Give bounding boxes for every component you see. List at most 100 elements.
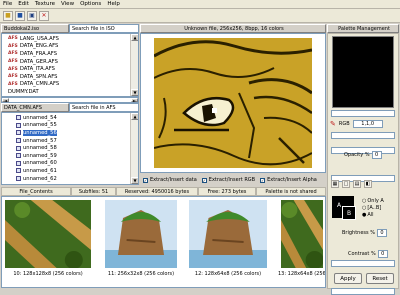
afs-file-item[interactable]: unnamed_55 [16,122,131,130]
island-texture-thumbnail [189,200,267,268]
menu-bar: File Edit Texture View Options Help [0,0,400,9]
extract-rgb-checkbox[interactable]: ✓ Extract/Insert RGB [201,177,255,183]
tab-afs[interactable]: DATA_CMN.AFS [1,103,69,112]
menu-view[interactable]: View [61,1,74,7]
file-icon [16,168,21,174]
extract-data-label: Extract/Insert data [150,177,197,183]
iso-file-item[interactable]: AFS DATA_CMN.AFS [8,81,131,89]
tree-texture-thumbnail [281,200,323,268]
afs-file-name: unnamed_54 [23,114,57,121]
contrast-slider[interactable] [331,288,395,295]
scroll-up-icon[interactable]: ▲ [131,34,138,41]
afs-file-item[interactable]: unnamed_58 [16,144,131,152]
all-label: All [367,212,374,218]
contrast-row: Contrast % 0 [348,250,388,258]
menu-help[interactable]: Help [107,1,120,7]
extract-options: ✓ Extract/Insert data ✓ Extract/Insert RGB… [140,174,326,186]
island-texture-thumbnail [105,200,177,268]
extract-data-checkbox[interactable]: ✓ Extract/Insert data [143,177,197,183]
afs-file-item[interactable]: unnamed_54 [16,114,131,122]
file-icon [16,115,21,121]
color-b-swatch[interactable]: B [342,206,356,220]
iso-file-item[interactable]: AFS DATA_ITA.AFS [8,65,131,73]
afs-file-name: unnamed_62 [23,175,57,182]
afs-file-item[interactable]: unnamed_59 [16,152,131,160]
scroll-left-icon[interactable]: ◄ [2,98,9,103]
iso-file-item[interactable]: AFS DATA_SPN.AFS [8,73,131,81]
afs-file-icon: AFS [8,74,18,80]
afs-file-item[interactable]: unnamed_60 [16,160,131,168]
afs-file-icon: AFS [8,66,18,72]
rgb-slider[interactable] [331,132,395,139]
afs-file-item[interactable]: unnamed_61 [16,167,131,175]
thumbnail-item[interactable]: 13: 128x64x8 (256 colors) [278,197,325,287]
scroll-down-icon[interactable]: ▼ [131,177,138,184]
save-as-button[interactable]: ▣ [27,10,37,21]
afs-file-item[interactable]: unnamed_57 [16,137,131,145]
menu-options[interactable]: Options [80,1,101,7]
thumbnail-item[interactable]: 10: 128x128x8 (256 colors) [2,197,94,287]
menu-file[interactable]: File [3,1,12,7]
scroll-down-icon[interactable]: ▼ [131,89,138,96]
afs-file-icon: AFS [8,59,18,65]
eyedropper-icon[interactable]: ✎ [330,120,336,128]
range-a-b-label: [A..B] [367,205,382,211]
scroll-right-icon[interactable]: ► [131,98,138,103]
thumbnail-strip[interactable]: 10: 128x128x8 (256 colors) 11: 256x32x8 (… [1,196,326,288]
save-button[interactable]: ■ [15,10,25,21]
file-icon [16,153,21,159]
palette-grid[interactable] [332,36,394,108]
range-options: ○ Only A ○ [A..B] ● All [362,198,384,219]
afs-file-list[interactable]: unnamed_54 unnamed_55 unnamed_56 unnamed_57… [1,112,139,185]
afs-file-item[interactable]: unnamed_62 [16,175,131,183]
rgb-input[interactable]: 1,1,0 [352,120,383,128]
brightness-row: Brightness % 0 [342,229,387,237]
folder-icon: ■ [5,11,11,19]
check-icon: ✓ [201,177,207,183]
afs-file-item[interactable]: unnamed_56 [16,129,131,137]
brightness-slider[interactable] [331,260,395,267]
disk-icon: ▣ [29,11,35,19]
grid-view-icon[interactable]: ▦ [331,180,339,188]
tab-iso[interactable]: Buddokai2.iso [1,24,69,33]
extract-alpha-checkbox[interactable]: ✓ Extract/Insert Alpha [260,177,317,183]
thumbnail-item[interactable]: 11: 256x32x8 (256 colors) [102,197,180,287]
file-contents-label: File_Contents [1,187,71,196]
close-icon: ✕ [41,11,47,19]
iso-file-item[interactable]: AFS DATA_GER.AFS [8,58,131,66]
search-iso-input[interactable]: Search file in ISO [69,24,139,33]
afs-scrollbar[interactable]: ▲ ▼ [130,113,138,184]
iso-file-item[interactable]: AFS DATA_ENG.AFS [8,43,131,51]
iso-file-name: DATA_GER.AFS [19,58,58,65]
menu-texture[interactable]: Texture [35,1,55,7]
range-a-b-radio[interactable]: ○ [A..B] [362,205,384,212]
contrast-input[interactable]: 0 [377,250,388,258]
palette-title: Palette Management [327,24,399,33]
palette-scrollbar[interactable] [331,110,395,117]
afs-file-icon: AFS [8,51,18,57]
close-button[interactable]: ✕ [39,10,49,21]
iso-file-item[interactable]: AFS LANG_USA.AFS [8,35,131,43]
square-icon[interactable]: □ [342,180,350,188]
only-a-radio[interactable]: ○ Only A [362,198,384,205]
all-radio[interactable]: ● All [362,212,384,219]
radio-icon: ○ [362,205,367,211]
brightness-input[interactable]: 0 [376,229,387,237]
iso-file-list[interactable]: AFS LANG_USA.AFS AFS DATA_ENG.AFS AFS DATA_FR… [1,33,139,97]
apply-button[interactable]: Apply [334,273,362,284]
gradient-icon[interactable]: ▤ [353,180,361,188]
scroll-up-icon[interactable]: ▲ [131,113,138,120]
opacity-input[interactable]: 0 [371,151,382,159]
status-bar: File_Contents Subfiles: 51 Reserved: 495… [1,187,326,196]
search-afs-input[interactable]: Search file in AFS [69,103,139,112]
iso-file-item[interactable]: DUMMY.DAT [8,88,131,96]
palette-panel: ✎ RGB 1,1,0 Opacity % 0 ▦ □ ▤ ◧ A B ○ Onl… [327,33,399,295]
afs-file-name: unnamed_56 [23,129,57,136]
thumbnail-item[interactable]: 12: 128x64x8 (256 colors) [186,197,270,287]
menu-edit[interactable]: Edit [18,1,29,7]
open-iso-button[interactable]: ■ [3,10,13,21]
iso-file-item[interactable]: AFS DATA_FRA.AFS [8,50,131,58]
reset-button[interactable]: Reset [366,273,394,284]
iso-scrollbar[interactable]: ▲ ▼ [130,34,138,96]
invert-icon[interactable]: ◧ [364,180,372,188]
